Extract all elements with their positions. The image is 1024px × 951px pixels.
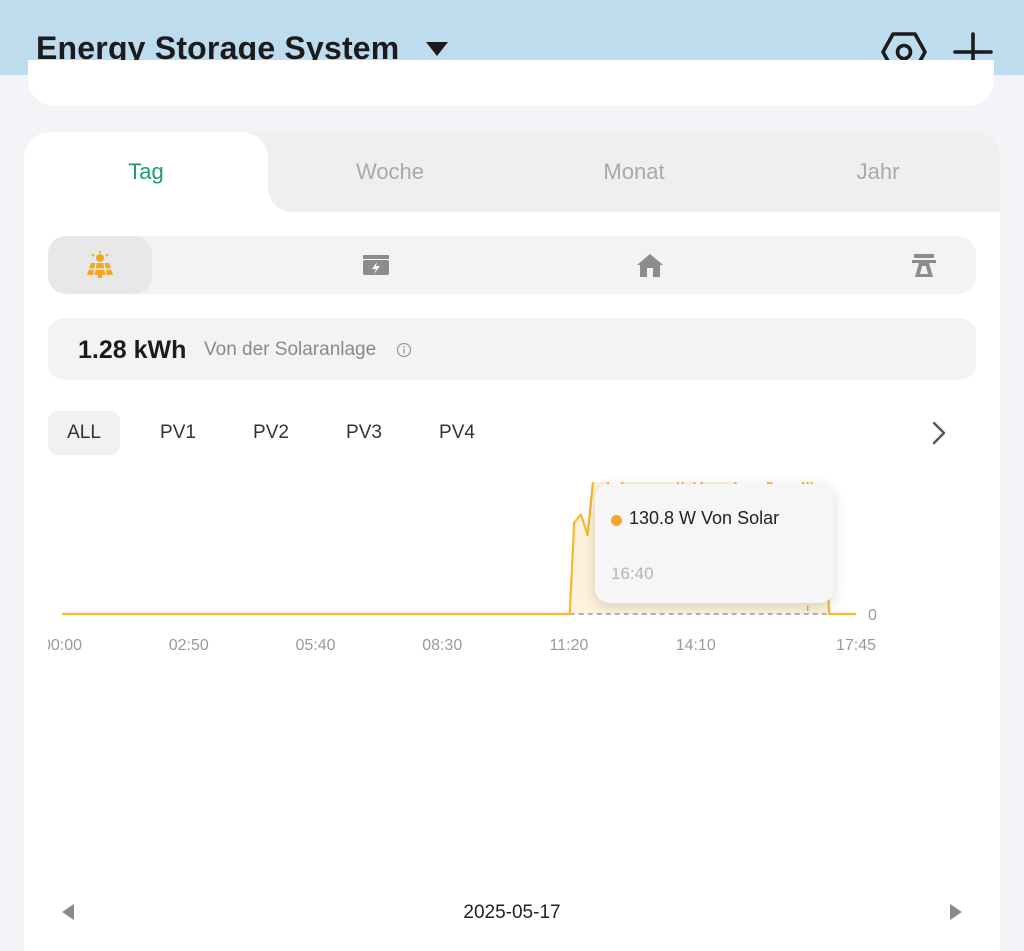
solar-power-chart[interactable]: 0200400 W00:0002:5005:4008:3011:2014:101…	[48, 482, 976, 872]
grid-tower-icon	[912, 254, 936, 277]
info-icon[interactable]	[396, 342, 412, 358]
tab-woche[interactable]: Woche	[268, 132, 512, 212]
energy-summary: 1.28 kWh Von der Solaranlage	[48, 318, 976, 380]
tab-monat[interactable]: Monat	[512, 132, 756, 212]
selected-date[interactable]: 2025-05-17	[24, 902, 1000, 924]
battery-icon	[363, 255, 389, 275]
x-tick-label: 02:50	[169, 637, 209, 654]
solar-series-dot-icon	[611, 515, 622, 526]
tooltip-value: 130.8 W Von Solar	[629, 508, 780, 528]
next-day-icon[interactable]	[950, 904, 962, 920]
x-tick-label: 17:45	[836, 637, 876, 654]
category-solar[interactable]	[48, 236, 152, 294]
energy-category-row	[48, 236, 976, 294]
energy-total-value: 1.28 kWh	[78, 336, 187, 364]
solar-panel-icon	[87, 251, 113, 278]
chart-tooltip: 130.8 W Von Solar 16:40	[595, 484, 834, 603]
x-tick-label: 11:20	[550, 637, 589, 654]
y-tick-label: 0	[868, 607, 877, 624]
tooltip-time: 16:40	[611, 564, 654, 583]
category-grid[interactable]	[876, 236, 972, 294]
pv-tab-pv4[interactable]: PV4	[425, 411, 489, 455]
pv-tab-pv3[interactable]: PV3	[332, 411, 396, 455]
pv-tab-pv1[interactable]: PV1	[146, 411, 210, 455]
x-tick-label: 14:10	[676, 637, 716, 654]
category-home[interactable]	[602, 236, 698, 294]
tab-tag[interactable]: Tag	[24, 132, 268, 212]
pv-tab-all[interactable]: ALL	[48, 411, 120, 455]
statistics-card: Tag Woche Monat Jahr 1.28 kWh Von der So…	[24, 132, 1000, 951]
x-tick-label: 05:40	[295, 637, 335, 654]
home-icon	[637, 254, 663, 277]
chevron-right-icon[interactable]	[928, 419, 950, 447]
overview-card	[28, 60, 994, 106]
category-battery[interactable]	[328, 236, 424, 294]
energy-source-label: Von der Solaranlage	[204, 339, 377, 360]
pv-tab-pv2[interactable]: PV2	[239, 411, 303, 455]
system-dropdown-caret-icon[interactable]	[426, 42, 448, 56]
x-tick-label: 00:00	[48, 637, 82, 654]
tab-jahr[interactable]: Jahr	[756, 132, 1000, 212]
x-tick-label: 08:30	[422, 637, 462, 654]
